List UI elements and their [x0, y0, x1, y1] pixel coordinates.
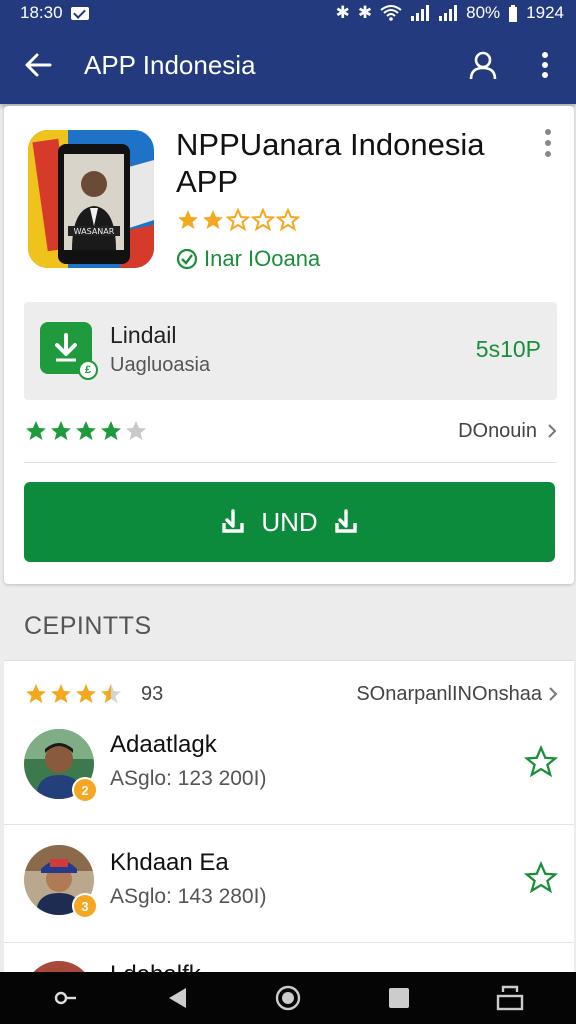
chevron-right-icon: [548, 424, 557, 438]
battery-percent: 80%: [466, 3, 501, 22]
star-icon: [276, 208, 300, 232]
rating-more-link[interactable]: DOnouin: [458, 420, 557, 443]
app-bar: APP Indonesia: [0, 26, 576, 104]
account-icon: [469, 51, 497, 80]
status-time: 18:30: [20, 3, 63, 22]
star-icon: [26, 421, 46, 440]
battery-icon: [509, 4, 518, 22]
star-half-icon: [101, 684, 121, 703]
reviewer-badge: 3: [72, 893, 98, 919]
chevron-right-icon: [549, 687, 558, 701]
currency-badge-icon: £: [78, 360, 98, 380]
verified-check-icon: [176, 248, 198, 270]
nav-recents-icon: [389, 988, 410, 1008]
reviewer-badge: 2: [72, 777, 98, 803]
reviews-more-link[interactable]: SOnarpanlINOnshaa: [356, 683, 558, 706]
star-outline-icon[interactable]: [524, 745, 558, 779]
svg-text:WASANAR: WASANAR: [74, 227, 115, 236]
app-rating-stars: [176, 208, 300, 232]
star-icon: [26, 684, 46, 703]
screenshot-icon: [497, 985, 524, 1011]
divider: [24, 462, 557, 463]
reviews-more-label: SOnarpanlINOnshaa: [356, 682, 542, 705]
list-item[interactable]: 2 Adaatlagk ASglo: 123 200I): [4, 707, 574, 825]
star-icon: [101, 421, 121, 440]
section-title: CEPINTTS: [24, 612, 152, 640]
reviews-count: 93: [141, 682, 164, 705]
signal-icon-2: [439, 5, 458, 21]
review-date: ASglo: 143 280I): [110, 885, 267, 908]
list-item[interactable]: 3 Khdaan Ea ASglo: 143 280I): [4, 825, 574, 943]
reviewer-name: Adaatlagk: [110, 731, 217, 758]
star-icon: [203, 210, 223, 229]
wifi-icon: [380, 5, 402, 21]
status-bar: 18:30 ✱ ✱ 80% 1924: [0, 0, 576, 26]
nav-recents-button[interactable]: [369, 972, 429, 1024]
nav-screenshot-button[interactable]: [480, 972, 540, 1024]
download-badge: £: [40, 322, 98, 380]
nav-back-icon: [168, 988, 186, 1008]
back-button[interactable]: [0, 26, 76, 104]
avatar: 3: [24, 845, 98, 919]
star-outline-icon[interactable]: [524, 861, 558, 895]
install-panel-subtitle: Uagluoasia: [110, 354, 211, 376]
install-button[interactable]: UND: [24, 482, 555, 562]
rating-more-label: DOnouin: [458, 419, 537, 442]
download-icon: [55, 333, 77, 362]
star-icon: [76, 421, 96, 440]
nav-back-button[interactable]: [147, 972, 207, 1024]
rating-summary-row[interactable]: DOnouin: [24, 414, 557, 448]
star-icon: [51, 684, 71, 703]
app-bar-title: APP Indonesia: [84, 49, 256, 80]
bluetooth-icon: ✱: [335, 3, 350, 22]
app-name: NPPUanara Indonesia APP: [176, 127, 485, 199]
install-button-label: UND: [261, 506, 318, 537]
star-icon: [226, 208, 250, 232]
list-item[interactable]: Ldahalfk: [4, 943, 574, 973]
nav-home-button[interactable]: [258, 972, 318, 1024]
star-icon: [251, 208, 275, 232]
bluetooth-icon-2: ✱: [357, 3, 373, 22]
status-clock: 1924: [526, 3, 564, 22]
avatar: 2: [24, 729, 98, 803]
star-icon: [126, 421, 146, 440]
account-button[interactable]: [452, 26, 514, 104]
star-icon: [178, 210, 198, 229]
system-nav-bar: [0, 972, 576, 1024]
review-date: ASglo: 123 200I): [110, 767, 267, 790]
reviews-card: 93 SOnarpanlINOnshaa 2 Adaatlagk ASglo: …: [4, 660, 574, 980]
download-icon: [334, 509, 357, 533]
key-icon: [54, 991, 76, 1005]
notification-icon: [70, 6, 89, 20]
star-icon: [76, 684, 96, 703]
nav-key-button[interactable]: [36, 972, 96, 1024]
star-icon: [51, 421, 71, 440]
install-panel[interactable]: £ Lindail Uagluoasia 5s10P: [24, 302, 557, 400]
developer-name: Inar IOoana: [204, 246, 321, 271]
reviewer-name: Khdaan Ea: [110, 849, 229, 876]
app-detail-card: WASANAR NPPUanara Indonesia APP Inar IOo…: [4, 106, 574, 584]
signal-icon: [411, 5, 430, 21]
install-panel-title: Lindail: [110, 322, 177, 348]
arrow-left-icon: [25, 53, 52, 77]
more-vert-icon: [542, 52, 548, 78]
reviews-header: 93 SOnarpanlINOnshaa: [24, 677, 558, 711]
app-icon: WASANAR: [28, 130, 154, 268]
download-icon: [222, 509, 245, 533]
rating-summary-stars: [24, 419, 148, 443]
reviews-header-stars: [24, 682, 123, 706]
card-overflow-menu[interactable]: [536, 126, 560, 160]
overflow-menu-button[interactable]: [514, 26, 576, 104]
developer-row[interactable]: Inar IOoana: [176, 246, 320, 272]
install-panel-price: 5s10P: [475, 336, 541, 362]
nav-home-icon: [275, 985, 301, 1011]
